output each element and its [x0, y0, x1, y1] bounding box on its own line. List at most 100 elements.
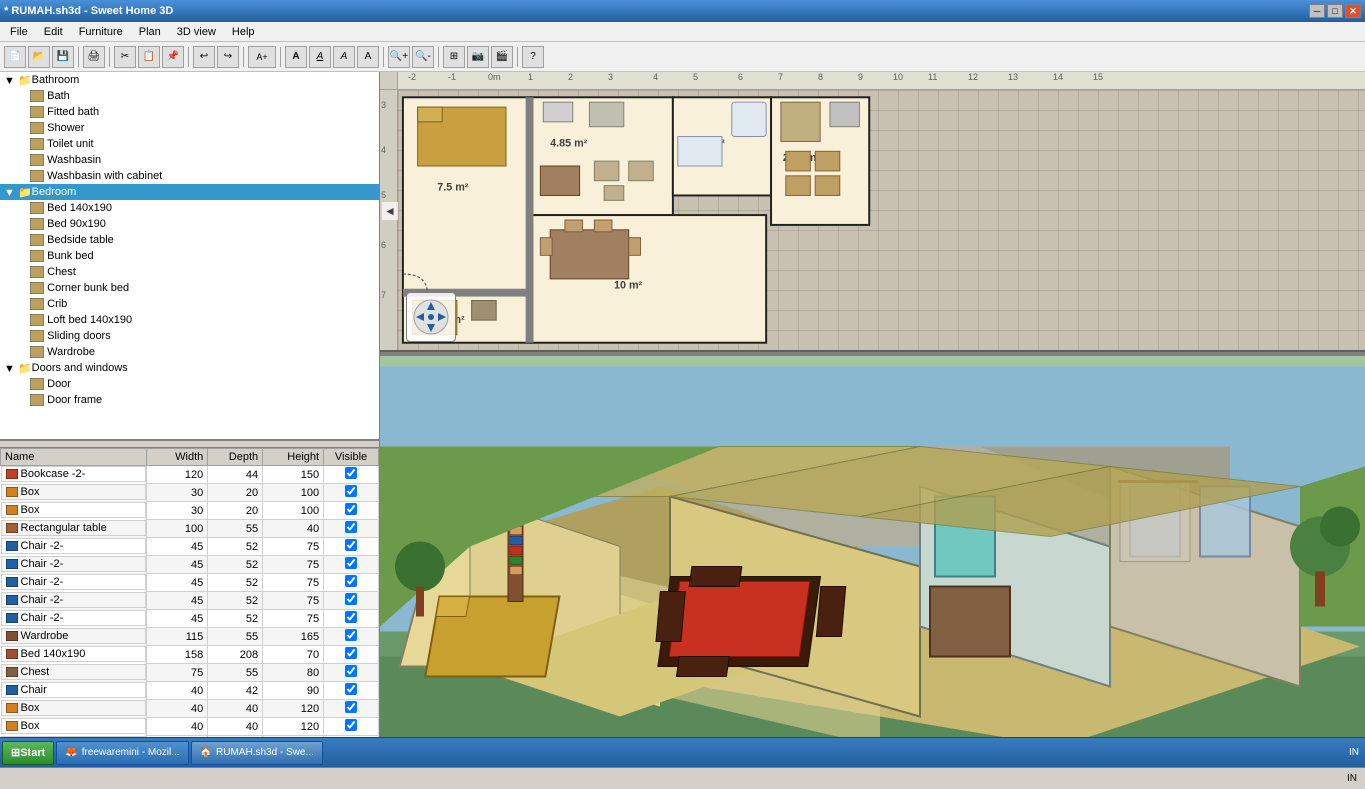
cut-button[interactable]: ✂ — [114, 46, 136, 68]
table-row[interactable]: Bookcase -2-12044150 — [1, 466, 379, 484]
visible-checkbox[interactable] — [345, 719, 357, 731]
text-italic-button[interactable]: A — [333, 46, 355, 68]
table-row[interactable]: Box4040120 — [1, 718, 379, 736]
menu-edit[interactable]: Edit — [36, 24, 71, 40]
tree-item-toilet-unit[interactable]: Toilet unit — [0, 136, 379, 152]
close-button[interactable]: ✕ — [1345, 4, 1361, 18]
furniture-visible-cell[interactable] — [324, 682, 379, 700]
menu-3dview[interactable]: 3D view — [169, 24, 224, 40]
furniture-visible-cell[interactable] — [324, 538, 379, 556]
zoom-in-button[interactable]: 🔍+ — [388, 46, 410, 68]
visible-checkbox[interactable] — [345, 701, 357, 713]
visible-checkbox[interactable] — [345, 485, 357, 497]
tree-item-wardrobe[interactable]: Wardrobe — [0, 344, 379, 360]
tree-item-sliding-doors[interactable]: Sliding doors — [0, 328, 379, 344]
taskbar-sweethome[interactable]: 🏠 RUMAH.sh3d - Swe... — [191, 741, 323, 765]
open-button[interactable]: 📂 — [28, 46, 50, 68]
plan-canvas[interactable]: 7.5 m² 4.85 m² — [398, 90, 1365, 350]
top-view-button[interactable]: ⊞ — [443, 46, 465, 68]
furniture-visible-cell[interactable] — [324, 466, 379, 484]
tree-item-door[interactable]: Door — [0, 376, 379, 392]
start-button[interactable]: ⊞ Start — [2, 741, 54, 765]
text-button[interactable]: A — [285, 46, 307, 68]
add-furniture-button[interactable]: A+ — [248, 46, 276, 68]
table-row[interactable]: Chair -2-455275 — [1, 574, 379, 592]
tree-item-bedside-table[interactable]: Bedside table — [0, 232, 379, 248]
redo-button[interactable]: ↪ — [217, 46, 239, 68]
furniture-visible-cell[interactable] — [324, 484, 379, 502]
tree-item-bedroom[interactable]: ▼ 📁Bedroom — [0, 184, 379, 200]
tree-item-bathroom[interactable]: ▼ 📁Bathroom — [0, 72, 379, 88]
visible-checkbox[interactable] — [345, 665, 357, 677]
2d-plan-view[interactable]: -2 -1 0m 1 2 3 4 5 6 7 8 9 10 11 12 13 1 — [380, 72, 1365, 352]
help-button[interactable]: ? — [522, 46, 544, 68]
copy-button[interactable]: 📋 — [138, 46, 160, 68]
paste-button[interactable]: 📌 — [162, 46, 184, 68]
visible-checkbox[interactable] — [345, 503, 357, 515]
furniture-visible-cell[interactable] — [324, 646, 379, 664]
table-row[interactable]: Rectangular table1005540 — [1, 520, 379, 538]
furniture-visible-cell[interactable] — [324, 610, 379, 628]
menu-help[interactable]: Help — [224, 24, 263, 40]
table-row[interactable]: Box3020100 — [1, 484, 379, 502]
furniture-visible-cell[interactable] — [324, 592, 379, 610]
nav-control[interactable] — [406, 292, 456, 342]
tree-item-crib[interactable]: Crib — [0, 296, 379, 312]
visible-checkbox[interactable] — [345, 629, 357, 641]
menu-file[interactable]: File — [2, 24, 36, 40]
tree-item-corner-bunk-bed[interactable]: Corner bunk bed — [0, 280, 379, 296]
visible-checkbox[interactable] — [345, 521, 357, 533]
furniture-visible-cell[interactable] — [324, 574, 379, 592]
furniture-tree[interactable]: ▼ 📁Bathroom Bath Fitted bath Shower Toil… — [0, 72, 379, 441]
table-row[interactable]: Chair -2-455275 — [1, 538, 379, 556]
visible-checkbox[interactable] — [345, 683, 357, 695]
undo-button[interactable]: ↩ — [193, 46, 215, 68]
visible-checkbox[interactable] — [345, 647, 357, 659]
furniture-visible-cell[interactable] — [324, 556, 379, 574]
table-row[interactable]: Box4040120 — [1, 700, 379, 718]
minimize-button[interactable]: ─ — [1309, 4, 1325, 18]
tree-item-chest[interactable]: Chest — [0, 264, 379, 280]
visible-checkbox[interactable] — [345, 557, 357, 569]
visible-checkbox[interactable] — [345, 593, 357, 605]
furniture-visible-cell[interactable] — [324, 700, 379, 718]
menu-plan[interactable]: Plan — [131, 24, 169, 40]
table-row[interactable]: Box3020100 — [1, 502, 379, 520]
3d-view[interactable]: JetScreenshot — [380, 356, 1365, 767]
tree-item-fitted-bath[interactable]: Fitted bath — [0, 104, 379, 120]
furniture-properties-table[interactable]: Name Width Depth Height Visible Bookcase… — [0, 447, 379, 767]
table-row[interactable]: Chair404290 — [1, 682, 379, 700]
furniture-visible-cell[interactable] — [324, 520, 379, 538]
maximize-button[interactable]: □ — [1327, 4, 1343, 18]
furniture-visible-cell[interactable] — [324, 664, 379, 682]
tree-item-shower[interactable]: Shower — [0, 120, 379, 136]
furniture-visible-cell[interactable] — [324, 718, 379, 736]
tree-item-bed-140x190[interactable]: Bed 140x190 — [0, 200, 379, 216]
tree-item-washbasin[interactable]: Washbasin — [0, 152, 379, 168]
visible-checkbox[interactable] — [345, 575, 357, 587]
furniture-visible-cell[interactable] — [324, 628, 379, 646]
video-button[interactable]: 🎬 — [491, 46, 513, 68]
text-size-button[interactable]: A — [357, 46, 379, 68]
tree-item-doors-and-windows[interactable]: ▼ 📁Doors and windows — [0, 360, 379, 376]
tree-item-bunk-bed[interactable]: Bunk bed — [0, 248, 379, 264]
visible-checkbox[interactable] — [345, 539, 357, 551]
tree-item-washbasin-with-cabinet[interactable]: Washbasin with cabinet — [0, 168, 379, 184]
table-row[interactable]: Bed 140x19015820870 — [1, 646, 379, 664]
visible-checkbox[interactable] — [345, 467, 357, 479]
tree-item-door-frame[interactable]: Door frame — [0, 392, 379, 408]
table-row[interactable]: Chest755580 — [1, 664, 379, 682]
table-row[interactable]: Chair -2-455275 — [1, 556, 379, 574]
tree-item-bed-90x190[interactable]: Bed 90x190 — [0, 216, 379, 232]
visible-checkbox[interactable] — [345, 611, 357, 623]
tree-item-loft-bed-140x190[interactable]: Loft bed 140x190 — [0, 312, 379, 328]
save-button[interactable]: 💾 — [52, 46, 74, 68]
text-outline-button[interactable]: A — [309, 46, 331, 68]
table-row[interactable]: Chair -2-455275 — [1, 592, 379, 610]
photo-button[interactable]: 📷 — [467, 46, 489, 68]
taskbar-firefox[interactable]: 🦊 freewaremini - Mozil... — [56, 741, 188, 765]
table-row[interactable]: Chair -2-455275 — [1, 610, 379, 628]
print-button[interactable]: 🖨 — [83, 46, 105, 68]
furniture-visible-cell[interactable] — [324, 502, 379, 520]
menu-furniture[interactable]: Furniture — [71, 24, 131, 40]
